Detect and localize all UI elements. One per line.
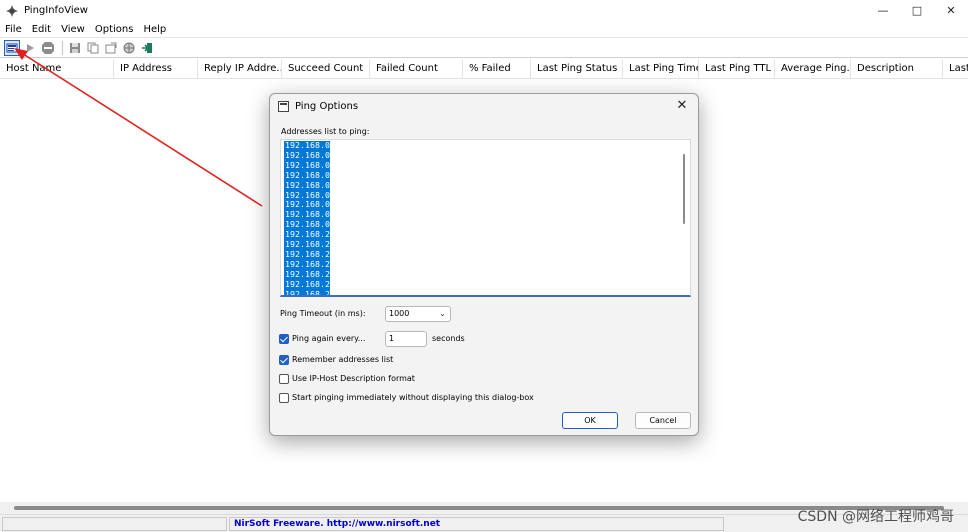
maximize-button[interactable]: □ [900,0,934,21]
exit-icon[interactable] [139,40,155,56]
column-header[interactable]: Last Ping TTL [699,59,775,78]
column-header[interactable]: IP Address [114,59,198,78]
addresses-textarea[interactable]: 192.168.0.1 192.168.0.2 192.168.0.3 192.168… [280,139,691,297]
addresses-scrollbar[interactable] [683,154,685,224]
column-header[interactable]: Last Ping Status [531,59,623,78]
close-button[interactable]: ✕ [934,0,968,21]
watermark: CSDN @网络工程师鸡哥 [797,509,954,525]
ip-host-checkbox[interactable] [279,374,289,384]
ping-options-icon[interactable] [4,39,20,56]
title-bar: PingInfoView — □ ✕ [0,0,968,21]
save-icon[interactable] [67,40,83,56]
addresses-label: Addresses list to ping: [281,127,370,136]
start-immediately-checkbox[interactable] [279,393,289,403]
toolbar [0,38,968,58]
window-title: PingInfoView [24,5,88,16]
menu-help[interactable]: Help [138,24,171,35]
menu-view[interactable]: View [56,24,90,35]
remember-checkbox[interactable] [279,355,289,365]
ping-again-checkbox[interactable] [279,334,289,344]
column-header[interactable]: Failed Count [370,59,463,78]
column-header[interactable]: Average Ping... [775,59,851,78]
seconds-label: seconds [432,334,465,343]
remember-label: Remember addresses list [292,355,394,364]
ping-again-label: Ping again every... [292,334,366,343]
menu-options[interactable]: Options [90,24,139,35]
column-header[interactable]: Last [943,59,968,78]
start-icon[interactable] [22,40,38,56]
timeout-value: 1000 [389,309,410,318]
menu-bar: File Edit View Options Help [0,21,968,38]
address-line: 192.168.2.7 [284,289,340,295]
ping-again-input[interactable]: 1 [385,331,427,347]
ip-host-label: Use IP-Host Description format [292,374,415,383]
addresses-list: 192.168.0.1 192.168.0.2 192.168.0.3 192.168… [284,140,340,295]
cancel-button[interactable]: Cancel [635,412,691,429]
column-header[interactable]: Description [851,59,943,78]
timeout-label: Ping Timeout (in ms): [280,309,366,318]
column-header[interactable]: Host Name [0,59,114,78]
start-immediately-label: Start pinging immediately without displa… [292,393,534,402]
list-header: Host Name IP Address Reply IP Addre... S… [0,59,968,79]
dialog-title: Ping Options [295,100,359,112]
column-header[interactable]: Last Ping Time [623,59,699,78]
stop-icon[interactable] [40,40,56,56]
properties-icon[interactable] [103,40,119,56]
ping-options-dialog: Ping Options ✕ Addresses list to ping: 1… [269,93,699,436]
dialog-close-icon[interactable]: ✕ [674,98,690,114]
column-header[interactable]: Reply IP Addre... [198,59,282,78]
chevron-down-icon: ⌄ [439,309,446,318]
timeout-select[interactable]: 1000 ⌄ [385,306,451,322]
status-cell [2,517,227,531]
copy-icon[interactable] [85,40,101,56]
dialog-icon [278,100,289,112]
app-icon [6,4,18,17]
menu-edit[interactable]: Edit [27,24,56,35]
column-header[interactable]: % Failed [463,59,531,78]
column-header[interactable]: Succeed Count [282,59,370,78]
toolbar-separator [62,40,63,55]
ok-button[interactable]: OK [562,412,618,429]
html-report-icon[interactable] [121,40,137,56]
dialog-title-bar: Ping Options ✕ [270,94,698,118]
menu-file[interactable]: File [0,24,27,35]
nirsoft-link[interactable]: NirSoft Freeware. http://www.nirsoft.net [229,517,724,531]
minimize-button[interactable]: — [866,0,900,21]
